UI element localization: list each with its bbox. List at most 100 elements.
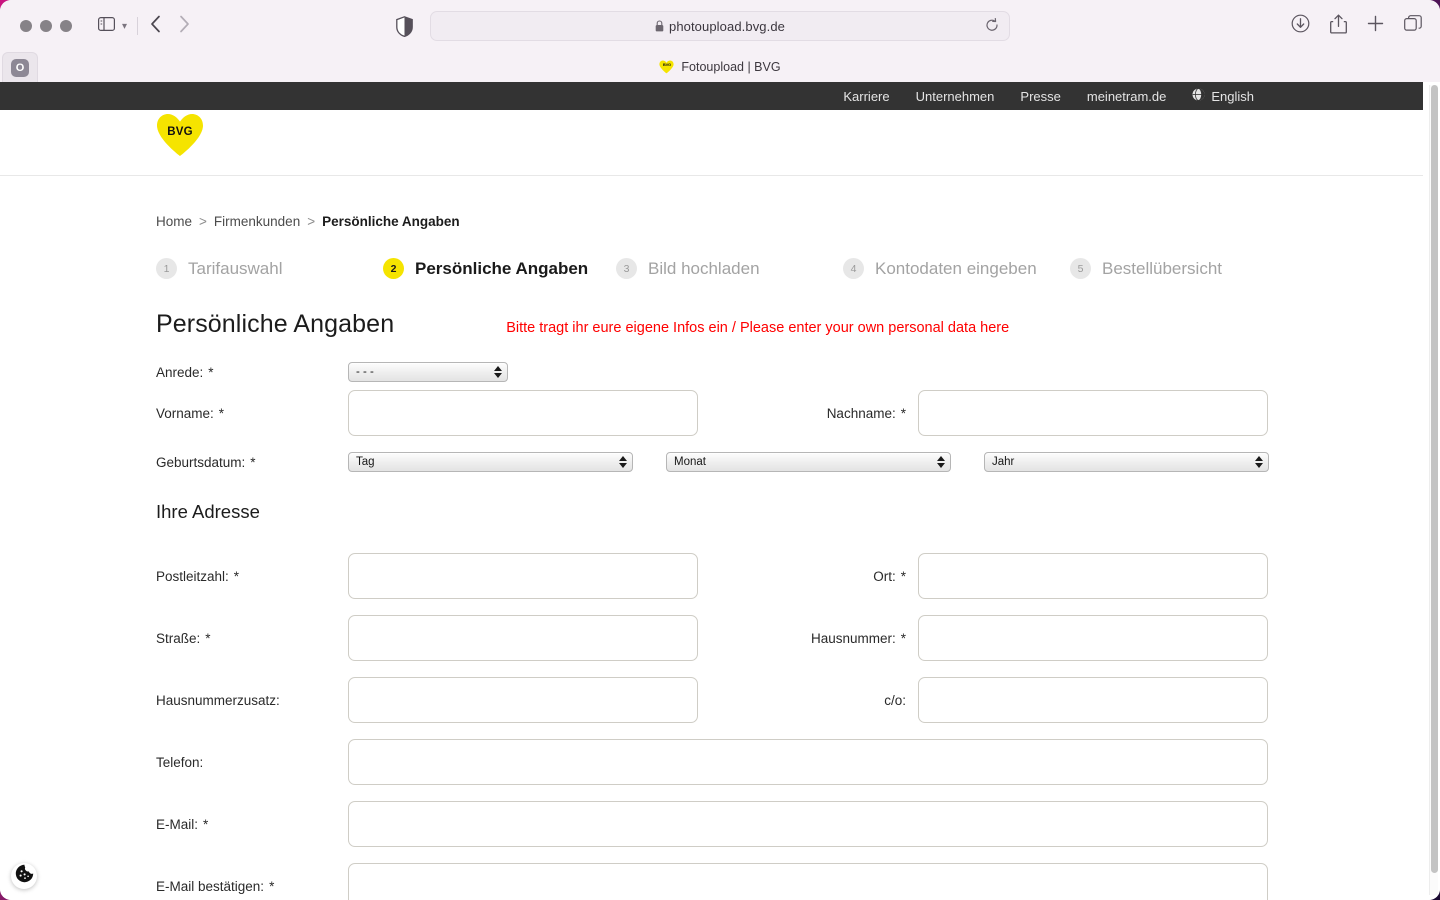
form-row-plz-ort: Postleitzahl: * Ort: * (156, 553, 1268, 599)
required-marker: * (900, 405, 906, 421)
label-hausnummer: Hausnummer: * (698, 631, 918, 646)
close-window-button[interactable] (20, 20, 32, 32)
label-email: E-Mail: * (156, 817, 348, 832)
back-chevron-icon[interactable] (150, 15, 161, 38)
chevron-down-icon[interactable]: ▾ (122, 21, 127, 32)
downloads-icon[interactable] (1291, 14, 1310, 38)
safari-browser-window: ▾ photoupload.bvg.de O BVG Fotoupload | … (0, 0, 1440, 900)
utility-nav-item-karriere[interactable]: Karriere (830, 89, 902, 104)
birthday-month-value: Monat (674, 456, 706, 468)
step-number: 3 (616, 258, 637, 279)
co-input[interactable] (918, 677, 1268, 723)
toolbar-divider (137, 17, 139, 35)
label-text: c/o: (884, 692, 906, 708)
hausnummerzusatz-input[interactable] (348, 677, 698, 723)
step-number: 4 (843, 258, 864, 279)
sidebar-toggle-icon (98, 16, 116, 36)
label-text: Nachname: (826, 405, 896, 421)
minimize-window-button[interactable] (40, 20, 52, 32)
cookie-settings-button[interactable] (11, 863, 37, 889)
form-row-email-confirm: E-Mail bestätigen: * (156, 863, 1268, 900)
hausnummer-input[interactable] (918, 615, 1268, 661)
utility-nav-item-language[interactable]: English (1179, 88, 1267, 104)
tab-overview-icon[interactable] (1404, 14, 1422, 38)
required-marker: * (205, 630, 211, 646)
utility-nav-label: Presse (1020, 88, 1061, 104)
telefon-input[interactable] (348, 739, 1268, 785)
privacy-shield-icon[interactable] (396, 16, 413, 42)
form-row-email: E-Mail: * (156, 801, 1268, 847)
postleitzahl-input[interactable] (348, 553, 698, 599)
utility-nav-label: English (1211, 88, 1254, 104)
bvg-logo[interactable]: BVG (156, 113, 204, 157)
utility-nav-item-meinetram[interactable]: meinetram.de (1074, 89, 1179, 104)
url-text: photoupload.bvg.de (668, 18, 785, 34)
step-bestelluebersicht[interactable]: 5 Bestellübersicht (1070, 258, 1222, 279)
stepper-arrows-icon (494, 363, 502, 381)
step-bild-hochladen[interactable]: 3 Bild hochladen (616, 258, 843, 279)
ort-input[interactable] (918, 553, 1268, 599)
stepper-arrows-icon (619, 453, 627, 471)
stepper-arrows-icon (1255, 453, 1263, 471)
label-text: Vorname: (156, 405, 214, 421)
page-content: Home > Firmenkunden > Persönliche Angabe… (0, 176, 1423, 900)
label-text: Anrede: (156, 364, 204, 380)
address-bar[interactable]: photoupload.bvg.de (430, 11, 1010, 41)
checkout-step-indicator: 1 Tarifauswahl 2 Persönliche Angaben 3 B… (156, 258, 1267, 279)
breadcrumb-separator: > (199, 214, 207, 229)
page-title-row: Persönliche Angaben Bitte tragt ihr eure… (156, 310, 1267, 339)
birthday-day-value: Tag (356, 456, 375, 468)
bvg-logo-label: BVG (167, 126, 193, 138)
required-marker: * (900, 568, 906, 584)
breadcrumb-separator: > (307, 214, 316, 229)
step-label: Bild hochladen (648, 258, 760, 278)
page-scrollbar[interactable] (1429, 85, 1438, 895)
required-marker: * (203, 816, 209, 832)
strasse-input[interactable] (348, 615, 698, 661)
plus-icon[interactable] (1367, 15, 1384, 37)
label-co: c/o: (698, 693, 918, 708)
label-geburtsdatum: Geburtsdatum: * (156, 455, 348, 470)
reload-icon[interactable] (985, 18, 999, 34)
label-strasse: Straße: * (156, 631, 348, 646)
page-title: Persönliche Angaben (156, 310, 395, 338)
breadcrumb-item-home[interactable]: Home (156, 214, 192, 229)
step-label: Persönliche Angaben (415, 258, 589, 278)
email-confirm-input[interactable] (348, 863, 1268, 900)
label-text: Hausnummerzusatz: (156, 692, 280, 708)
step-persoenliche-angaben[interactable]: 2 Persönliche Angaben (383, 258, 616, 279)
maximize-window-button[interactable] (60, 20, 72, 32)
forward-chevron-icon[interactable] (179, 15, 190, 38)
anrede-selected-value: - - - (356, 366, 374, 378)
page-scrollbar-thumb[interactable] (1431, 85, 1438, 873)
utility-nav-item-unternehmen[interactable]: Unternehmen (903, 89, 1008, 104)
step-number: 2 (383, 258, 404, 279)
anrede-select[interactable]: - - - (348, 362, 508, 382)
sidebar-toggle-button[interactable]: ▾ (98, 16, 127, 36)
share-icon[interactable] (1330, 14, 1347, 39)
step-tarifauswahl[interactable]: 1 Tarifauswahl (156, 258, 383, 279)
label-vorname: Vorname: * (156, 406, 348, 421)
label-anrede: Anrede: * (156, 365, 348, 380)
vorname-input[interactable] (348, 390, 698, 436)
label-text: Postleitzahl: (156, 568, 229, 584)
nachname-input[interactable] (918, 390, 1268, 436)
utility-nav-label: meinetram.de (1086, 88, 1167, 104)
label-text: Geburtsdatum: (156, 454, 246, 470)
step-kontodaten-eingeben[interactable]: 4 Kontodaten eingeben (843, 258, 1070, 279)
birthday-year-select[interactable]: Jahr (984, 452, 1269, 472)
label-ort: Ort: * (698, 569, 918, 584)
form-row-geburtsdatum: Geburtsdatum: * Tag Monat Jahr (156, 452, 1269, 472)
navigation-arrows (150, 15, 190, 38)
label-telefon: Telefon: (156, 755, 348, 770)
email-input[interactable] (348, 801, 1268, 847)
site-masthead: BVG (0, 110, 1423, 176)
breadcrumb-item-firmenkunden[interactable]: Firmenkunden (214, 214, 300, 229)
birthday-month-select[interactable]: Monat (666, 452, 951, 472)
birthday-day-select[interactable]: Tag (348, 452, 633, 472)
browser-toolbar: ▾ photoupload.bvg.de (0, 0, 1440, 52)
active-tab[interactable]: BVG Fotoupload | BVG (0, 52, 1440, 82)
globe-icon (1192, 88, 1205, 104)
label-text: E-Mail: (156, 816, 199, 832)
utility-nav-item-presse[interactable]: Presse (1007, 89, 1073, 104)
